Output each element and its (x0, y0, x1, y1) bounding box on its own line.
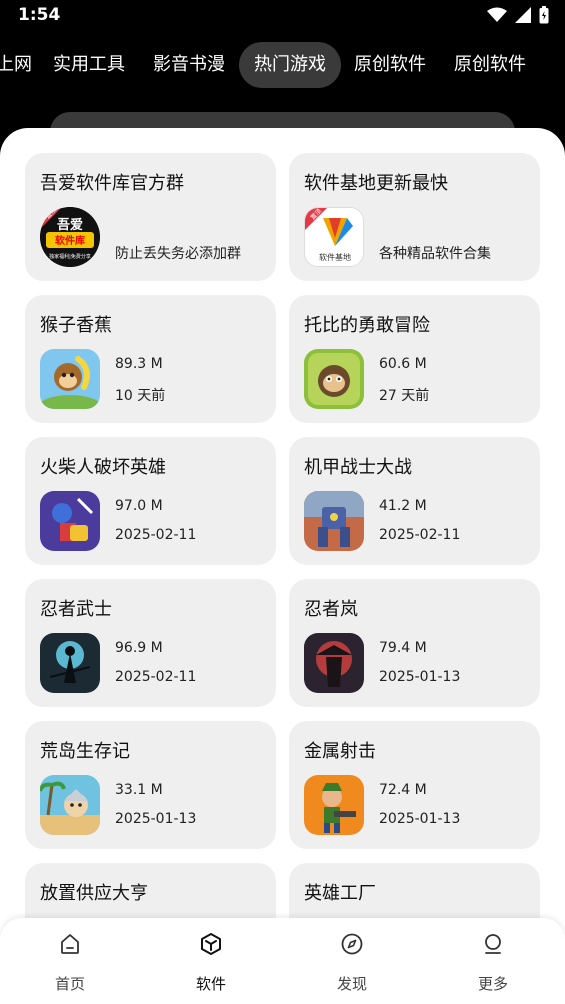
card-description: 各种精品软件合集 (379, 246, 491, 262)
card-monkey-banana[interactable]: 猴子香蕉 89.3 M 10 天前 (25, 295, 276, 423)
card-description: 防止丢失务必添加群 (115, 246, 241, 262)
card-title: 火柴人破坏英雄 (40, 457, 166, 478)
category-tabs: 上网 实用工具 影音书漫 热门游戏 原创软件 原创软件 (0, 42, 565, 88)
card-size: 60.6 M (379, 356, 427, 372)
battery-icon (539, 6, 549, 24)
bottom-nav: 首页 软件 发现 更多 (0, 918, 565, 1004)
card-official-group[interactable]: 吾爱软件库官方群 吾爱 软件库 独家福利|免费分享 置顶 防止丢失务必添加群 (25, 153, 276, 281)
card-title: 放置供应大亨 (40, 883, 148, 904)
card-stickman-hero[interactable]: 火柴人破坏英雄 97.0 M 2025-02-11 (25, 437, 276, 565)
card-size: 72.4 M (379, 782, 427, 798)
status-bar: 1:54 (0, 0, 565, 32)
card-date: 2025-01-13 (379, 669, 461, 685)
tab-original-2[interactable]: 原创软件 (454, 42, 526, 88)
card-software-base[interactable]: 软件基地更新最快 软件基地 置顶 各种精品软件合集 (289, 153, 540, 281)
nav-label: 更多 (477, 975, 508, 993)
card-island-survival[interactable]: 荒岛生存记 33.1 M 2025-01-13 (25, 721, 276, 849)
tab-media[interactable]: 影音书漫 (153, 42, 225, 88)
card-title: 机甲战士大战 (304, 457, 412, 478)
status-time: 1:54 (18, 5, 61, 25)
status-icons (487, 6, 549, 24)
stickman-game-icon (40, 491, 100, 551)
card-title: 软件基地更新最快 (304, 173, 448, 194)
tab-internet[interactable]: 上网 (0, 42, 32, 88)
mecha-game-icon (304, 491, 364, 551)
card-ninja-warrior[interactable]: 忍者武士 96.9 M 2025-02-11 (25, 579, 276, 707)
tab-hot-games[interactable]: 热门游戏 (239, 42, 341, 88)
card-title: 金属射击 (304, 741, 376, 762)
svg-text:吾爱: 吾爱 (57, 217, 83, 233)
card-title: 猴子香蕉 (40, 315, 112, 336)
compass-icon (341, 933, 363, 955)
software-base-icon: 软件基地 置顶 (304, 207, 364, 267)
card-date: 2025-01-13 (379, 811, 461, 827)
card-size: 33.1 M (115, 782, 163, 798)
nav-home[interactable]: 首页 (25, 918, 115, 1004)
card-ninja-arashi[interactable]: 忍者岚 79.4 M 2025-01-13 (289, 579, 540, 707)
card-title: 荒岛生存记 (40, 741, 130, 762)
card-date: 2025-01-13 (115, 811, 197, 827)
nav-software[interactable]: 软件 (166, 918, 256, 1004)
tab-tools[interactable]: 实用工具 (53, 42, 125, 88)
app-list-sheet: 吾爱软件库官方群 吾爱 软件库 独家福利|免费分享 置顶 防止丢失务必添加群 软… (0, 128, 565, 1004)
card-title: 忍者武士 (40, 599, 112, 620)
svg-text:独家福利|免费分享: 独家福利|免费分享 (49, 253, 91, 260)
nav-label: 发现 (336, 975, 367, 993)
nav-more[interactable]: 更多 (448, 918, 538, 1004)
monkey-game-icon (40, 349, 100, 409)
card-mecha-war[interactable]: 机甲战士大战 41.2 M 2025-02-11 (289, 437, 540, 565)
card-title: 英雄工厂 (304, 883, 376, 904)
box-icon (201, 933, 221, 955)
card-size: 41.2 M (379, 498, 427, 514)
nav-label: 首页 (54, 975, 85, 993)
card-date: 10 天前 (115, 388, 166, 404)
nav-discover[interactable]: 发现 (307, 918, 397, 1004)
card-date: 27 天前 (379, 388, 430, 404)
card-title: 忍者岚 (304, 599, 358, 620)
card-size: 96.9 M (115, 640, 163, 656)
metal-shooter-icon (304, 775, 364, 835)
adventure-game-icon (304, 349, 364, 409)
tab-original-1[interactable]: 原创软件 (354, 42, 426, 88)
card-size: 79.4 M (379, 640, 427, 656)
ninja-game-icon (40, 633, 100, 693)
qq-group-icon: 吾爱 软件库 独家福利|免费分享 置顶 (40, 207, 100, 267)
card-title: 托比的勇敢冒险 (304, 315, 430, 336)
svg-text:软件库: 软件库 (55, 234, 85, 247)
ninja-arashi-icon (304, 633, 364, 693)
signal-icon (515, 7, 531, 23)
profile-icon (485, 934, 501, 954)
svg-text:软件基地: 软件基地 (319, 252, 351, 262)
card-size: 89.3 M (115, 356, 163, 372)
card-date: 2025-02-11 (379, 527, 461, 543)
card-title: 吾爱软件库官方群 (40, 173, 184, 194)
card-date: 2025-02-11 (115, 669, 197, 685)
card-date: 2025-02-11 (115, 527, 197, 543)
card-size: 97.0 M (115, 498, 163, 514)
card-toby-adventure[interactable]: 托比的勇敢冒险 60.6 M 27 天前 (289, 295, 540, 423)
wifi-icon (487, 7, 507, 22)
island-game-icon (40, 775, 100, 835)
nav-label: 软件 (195, 975, 226, 993)
card-metal-shooter[interactable]: 金属射击 72.4 M 2025-01-13 (289, 721, 540, 849)
home-icon (61, 934, 79, 954)
